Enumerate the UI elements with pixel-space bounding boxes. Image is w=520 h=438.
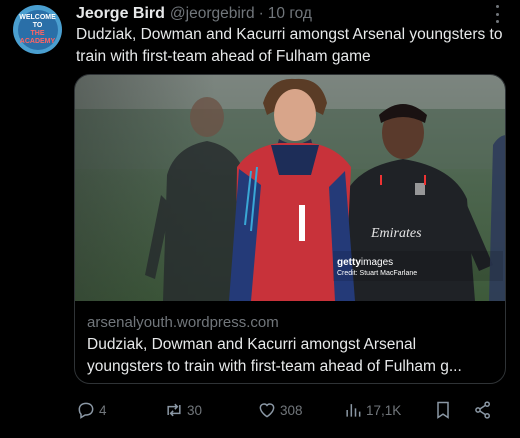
more-icon[interactable] bbox=[494, 5, 500, 23]
getty-brand-suffix: images bbox=[360, 257, 394, 268]
card-meta: arsenalyouth.wordpress.com Dudziak, Dowm… bbox=[75, 301, 505, 383]
tweet-timestamp[interactable]: 10 год bbox=[268, 5, 312, 23]
photo-credit: Credit: Stuart MacFarlane bbox=[337, 270, 418, 277]
link-card[interactable]: Emirates gettyimages Credit: Stuart MacF… bbox=[74, 74, 506, 384]
reply-count: 4 bbox=[99, 402, 107, 418]
avatar[interactable]: WELCOME TO THE ACADEMY bbox=[13, 5, 62, 54]
views-count: 17,1K bbox=[366, 402, 402, 418]
tweet-actions: 4 30 308 17,1K bbox=[76, 398, 496, 422]
repost-count: 30 bbox=[187, 402, 203, 418]
avatar-text-line1: WELCOME TO bbox=[19, 13, 56, 29]
header-separator: · bbox=[258, 5, 264, 22]
author-name[interactable]: Jeorge Bird bbox=[76, 5, 165, 23]
repost-icon bbox=[167, 403, 181, 417]
author-handle[interactable]: @jeorgebird bbox=[170, 5, 255, 23]
avatar-text-line2: THE ACADEMY bbox=[19, 29, 56, 45]
reply-button[interactable]: 4 bbox=[76, 398, 107, 422]
like-count: 308 bbox=[280, 402, 303, 418]
avatar-badge: WELCOME TO THE ACADEMY bbox=[17, 9, 58, 50]
reply-icon bbox=[78, 402, 94, 419]
card-domain: arsenalyouth.wordpress.com bbox=[87, 314, 279, 331]
tweet-header: Jeorge Bird @jeorgebird · 10 год bbox=[76, 4, 312, 24]
getty-brand: getty bbox=[337, 257, 361, 268]
tweet-text: Dudziak, Dowman and Kacurri amongst Arse… bbox=[76, 26, 503, 65]
share-icon bbox=[475, 401, 490, 419]
card-title: Dudziak, Dowman and Kacurri amongst Arse… bbox=[87, 336, 462, 375]
bookmark-button[interactable] bbox=[433, 398, 453, 422]
repost-button[interactable]: 30 bbox=[164, 398, 202, 422]
share-button[interactable] bbox=[473, 398, 493, 422]
views-button[interactable]: 17,1K bbox=[343, 398, 401, 422]
like-icon bbox=[259, 403, 275, 418]
bookmark-icon bbox=[437, 401, 449, 419]
views-icon bbox=[346, 404, 361, 417]
card-image: Emirates bbox=[75, 75, 505, 301]
like-button[interactable]: 308 bbox=[257, 398, 303, 422]
image-credit: gettyimages Credit: Stuart MacFarlane bbox=[337, 257, 417, 279]
jersey-sponsor-text: Emirates bbox=[370, 226, 422, 241]
